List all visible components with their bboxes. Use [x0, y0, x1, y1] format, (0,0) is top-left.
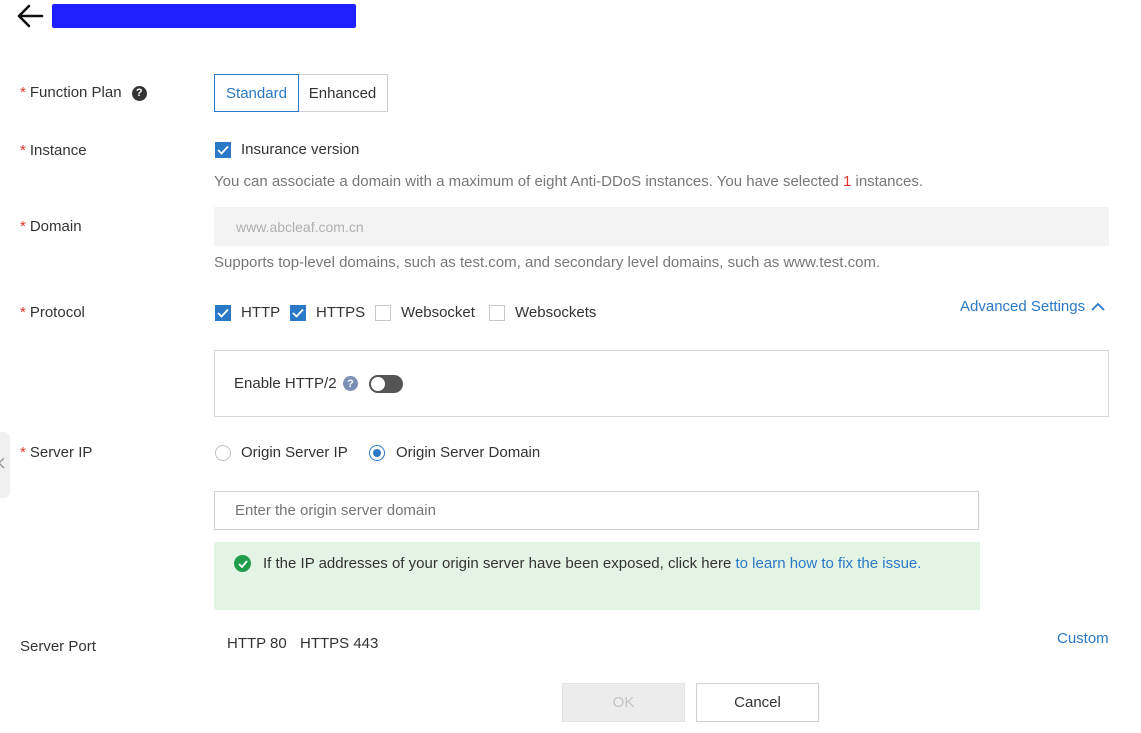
- domain-label: * Domain: [20, 218, 82, 235]
- protocol-websockets-checkbox[interactable]: [489, 305, 505, 321]
- instance-label: * Instance: [20, 142, 87, 159]
- chevron-left-icon: [0, 457, 5, 469]
- instance-hint: You can associate a domain with a maximu…: [214, 173, 924, 190]
- protocol-websockets-label: Websockets: [515, 304, 597, 321]
- required-marker: *: [20, 142, 26, 159]
- server-port-label: Server Port: [20, 638, 96, 655]
- function-plan-label: * Function Plan ?: [20, 84, 147, 101]
- exposure-notice: If the IP addresses of your origin serve…: [214, 542, 980, 610]
- sidebar-collapse-tab[interactable]: [0, 432, 10, 498]
- required-marker: *: [20, 84, 26, 101]
- protocol-http-label: HTTP: [241, 304, 281, 321]
- domain-field: www.abcleaf.com.cn: [214, 207, 1109, 246]
- plan-option-standard[interactable]: Standard: [214, 74, 299, 112]
- plan-option-enhanced[interactable]: Enhanced: [297, 74, 388, 112]
- required-marker: *: [20, 444, 26, 461]
- required-marker: *: [20, 304, 26, 321]
- domain-value: www.abcleaf.com.cn: [236, 218, 364, 235]
- check-icon: [292, 308, 304, 318]
- check-circle-icon: [234, 555, 251, 572]
- protocol-websocket-label: Websocket: [401, 304, 475, 321]
- http2-label: Enable HTTP/2: [234, 375, 337, 392]
- advanced-settings-link[interactable]: Advanced Settings: [960, 298, 1106, 315]
- server-ip-label: * Server IP: [20, 444, 93, 461]
- protocol-https-label: HTTPS: [316, 304, 366, 321]
- notice-text: If the IP addresses of your origin serve…: [263, 555, 922, 572]
- radio-dot: [373, 449, 381, 457]
- radio-origin-server-ip[interactable]: [215, 445, 231, 461]
- radio-origin-server-domain-label: Origin Server Domain: [396, 444, 541, 461]
- protocol-https-checkbox[interactable]: [290, 305, 306, 321]
- required-marker: *: [20, 218, 26, 235]
- fix-issue-link[interactable]: to learn how to fix the issue.: [736, 555, 922, 572]
- custom-port-link[interactable]: Custom: [1057, 630, 1109, 647]
- instance-item-label: Insurance version: [241, 141, 360, 158]
- cancel-button[interactable]: Cancel: [696, 683, 819, 722]
- instance-checkbox[interactable]: [215, 142, 231, 158]
- protocol-websocket-checkbox[interactable]: [375, 305, 391, 321]
- help-icon[interactable]: ?: [343, 376, 358, 391]
- http2-toggle[interactable]: [369, 375, 403, 393]
- check-icon: [217, 145, 229, 155]
- toggle-knob: [371, 377, 385, 391]
- protocol-label: * Protocol: [20, 304, 85, 321]
- server-port-https: HTTPS 443: [300, 635, 379, 652]
- check-icon: [217, 308, 229, 318]
- radio-origin-server-domain[interactable]: [369, 445, 385, 461]
- origin-domain-input[interactable]: [214, 491, 979, 530]
- domain-hint: Supports top-level domains, such as test…: [214, 254, 881, 271]
- advanced-settings-panel: Enable HTTP/2 ?: [214, 350, 1109, 417]
- ok-button[interactable]: OK: [562, 683, 685, 722]
- protocol-http-checkbox[interactable]: [215, 305, 231, 321]
- server-port-http: HTTP 80: [227, 635, 287, 652]
- chevron-up-icon: [1091, 302, 1105, 311]
- radio-origin-server-ip-label: Origin Server IP: [241, 444, 348, 461]
- help-icon[interactable]: ?: [131, 85, 147, 101]
- back-arrow-icon[interactable]: [14, 2, 46, 30]
- page-title: www.abcleaf.com.cn: [52, 4, 356, 28]
